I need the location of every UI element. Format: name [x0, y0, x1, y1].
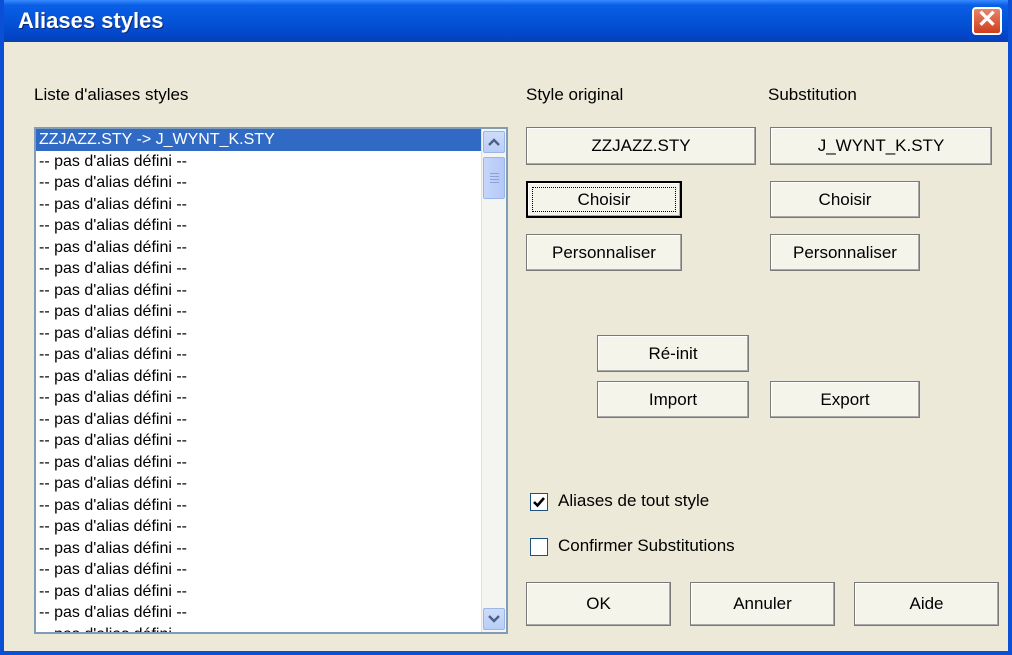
- list-heading: Liste d'aliases styles: [34, 85, 189, 104]
- alias-list-items: ZZJAZZ.STY -> J_WYNT_K.STY -- pas d'alias…: [36, 129, 506, 633]
- ok-button[interactable]: OK: [526, 582, 671, 626]
- import-button[interactable]: Import: [597, 381, 749, 418]
- alias-list[interactable]: ZZJAZZ.STY -> J_WYNT_K.STY -- pas d'alias…: [34, 127, 508, 634]
- scroll-up-button[interactable]: [483, 131, 505, 153]
- list-item[interactable]: -- pas d'alias défini --: [36, 452, 506, 474]
- help-button[interactable]: Aide: [854, 582, 999, 626]
- list-item[interactable]: -- pas d'alias défini --: [36, 409, 506, 431]
- confirm-substitutions-label[interactable]: Confirmer Substitutions: [558, 536, 735, 556]
- list-item[interactable]: -- pas d'alias défini --: [36, 344, 506, 366]
- chevron-down-icon: [488, 615, 500, 623]
- list-item[interactable]: -- pas d'alias défini --: [36, 172, 506, 194]
- list-item[interactable]: -- pas d'alias défini --: [36, 237, 506, 259]
- list-item[interactable]: -- pas d'alias défini --: [36, 559, 506, 581]
- list-item[interactable]: -- pas d'alias défini --: [36, 215, 506, 237]
- scroll-thumb[interactable]: [483, 157, 505, 199]
- list-item[interactable]: -- pas d'alias défini --: [36, 495, 506, 517]
- all-styles-label[interactable]: Aliases de tout style: [558, 491, 709, 511]
- scroll-down-button[interactable]: [483, 608, 505, 630]
- focus-rectangle: [532, 187, 676, 212]
- customize-substitute-button[interactable]: Personnaliser: [770, 234, 920, 271]
- list-item[interactable]: -- pas d'alias défini --: [36, 538, 506, 560]
- original-style-button[interactable]: ZZJAZZ.STY: [526, 127, 756, 165]
- list-item[interactable]: -- pas d'alias défini --: [36, 323, 506, 345]
- checkmark-icon: [533, 497, 545, 508]
- reinit-button[interactable]: Ré-init: [597, 335, 749, 372]
- list-item[interactable]: -- pas d'alias défini --: [36, 430, 506, 452]
- list-item[interactable]: ZZJAZZ.STY -> J_WYNT_K.STY: [36, 129, 506, 151]
- style-original-label: Style original: [526, 85, 624, 104]
- list-item[interactable]: -- pas d'alias défini --: [36, 194, 506, 216]
- all-styles-checkbox[interactable]: [530, 493, 548, 511]
- export-button[interactable]: Export: [770, 381, 920, 418]
- list-item[interactable]: -- pas d'alias défini --: [36, 301, 506, 323]
- confirm-substitutions-checkbox[interactable]: [530, 538, 548, 556]
- list-item[interactable]: -- pas d'alias défini --: [36, 366, 506, 388]
- substitution-label: Substitution: [768, 85, 857, 104]
- ok-label: OK: [586, 594, 611, 613]
- customize-substitute-label: Personnaliser: [793, 243, 897, 262]
- reinit-label: Ré-init: [648, 344, 698, 363]
- list-scrollbar[interactable]: [481, 129, 506, 632]
- export-label: Export: [820, 390, 870, 409]
- list-item[interactable]: -- pas d'alias défini --: [36, 280, 506, 302]
- list-item[interactable]: -- pas d'alias défini --: [36, 258, 506, 280]
- customize-original-button[interactable]: Personnaliser: [526, 234, 682, 271]
- close-icon: ✕: [976, 6, 998, 33]
- list-item[interactable]: -- pas d'alias défini --: [36, 581, 506, 603]
- dialog-title: Aliases styles: [18, 8, 164, 33]
- cancel-button[interactable]: Annuler: [690, 582, 835, 626]
- close-button[interactable]: ✕: [972, 7, 1002, 35]
- title-bar[interactable]: Aliases styles ✕: [4, 0, 1008, 42]
- list-item[interactable]: -- pas d'alias défini --: [36, 624, 506, 633]
- import-label: Import: [648, 390, 698, 409]
- choose-substitute-label: Choisir: [818, 190, 872, 209]
- list-item[interactable]: -- pas d'alias défini --: [36, 602, 506, 624]
- substitute-style-button[interactable]: J_WYNT_K.STY: [770, 127, 992, 165]
- list-item[interactable]: -- pas d'alias défini --: [36, 387, 506, 409]
- aliases-styles-dialog: Aliases styles ✕ Liste d'aliases styles …: [0, 0, 1012, 655]
- help-label: Aide: [909, 594, 944, 613]
- chevron-up-icon: [488, 138, 500, 146]
- list-item[interactable]: -- pas d'alias défini --: [36, 516, 506, 538]
- list-item[interactable]: -- pas d'alias défini --: [36, 473, 506, 495]
- choose-substitute-button[interactable]: Choisir: [770, 181, 920, 218]
- choose-original-button[interactable]: Choisir: [526, 181, 682, 218]
- customize-original-label: Personnaliser: [552, 243, 656, 262]
- list-item[interactable]: -- pas d'alias défini --: [36, 151, 506, 173]
- cancel-label: Annuler: [733, 594, 792, 613]
